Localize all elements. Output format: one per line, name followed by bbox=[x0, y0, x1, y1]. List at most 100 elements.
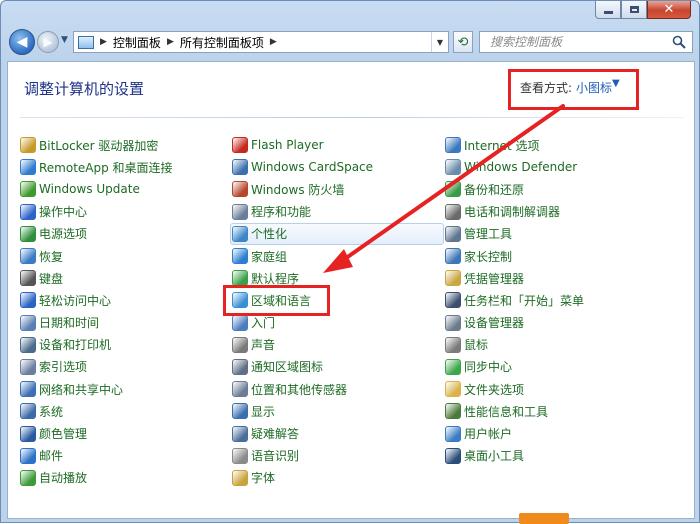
breadcrumb-control-panel[interactable]: 控制面板 bbox=[113, 34, 161, 51]
control-panel-item-label[interactable]: 日期和时间 bbox=[39, 314, 99, 331]
control-panel-item[interactable]: BitLocker 驱动器加密 bbox=[20, 134, 235, 156]
control-panel-item-label[interactable]: 鼠标 bbox=[464, 336, 488, 353]
control-panel-item-label[interactable]: 桌面小工具 bbox=[464, 447, 524, 464]
forward-button[interactable]: ▶ bbox=[37, 31, 59, 53]
control-panel-item-label[interactable]: 位置和其他传感器 bbox=[251, 381, 347, 398]
control-panel-item-label[interactable]: RemoteApp 和桌面连接 bbox=[39, 159, 173, 176]
back-button[interactable]: ◀ bbox=[9, 29, 35, 55]
control-panel-item-label[interactable]: Windows CardSpace bbox=[251, 160, 373, 174]
control-panel-item[interactable]: 语音识别 bbox=[232, 445, 447, 467]
control-panel-item-label[interactable]: 入门 bbox=[251, 314, 275, 331]
control-panel-item[interactable]: 键盘 bbox=[20, 267, 235, 289]
control-panel-item-label[interactable]: 颜色管理 bbox=[39, 425, 87, 442]
control-panel-item-label[interactable]: 电话和调制解调器 bbox=[464, 203, 560, 220]
control-panel-item-label[interactable]: 字体 bbox=[251, 469, 275, 486]
control-panel-item[interactable]: 颜色管理 bbox=[20, 422, 235, 444]
control-panel-item-label[interactable]: 设备管理器 bbox=[464, 314, 524, 331]
search-input[interactable] bbox=[488, 34, 672, 50]
control-panel-item[interactable]: 设备和打印机 bbox=[20, 334, 235, 356]
control-panel-item[interactable]: 文件夹选项 bbox=[445, 378, 660, 400]
control-panel-item[interactable]: 家庭组 bbox=[232, 245, 447, 267]
control-panel-item[interactable]: 通知区域图标 bbox=[232, 356, 447, 378]
control-panel-item-label[interactable]: 轻松访问中心 bbox=[39, 292, 111, 309]
control-panel-item[interactable]: 邮件 bbox=[20, 445, 235, 467]
recent-pages-dropdown-icon[interactable]: ▼ bbox=[61, 35, 68, 45]
control-panel-item-label[interactable]: 网络和共享中心 bbox=[39, 381, 123, 398]
control-panel-item[interactable]: Flash Player bbox=[232, 134, 447, 156]
control-panel-item-label[interactable]: Windows Update bbox=[39, 182, 140, 196]
search-icon[interactable] bbox=[672, 35, 686, 49]
control-panel-item[interactable]: 索引选项 bbox=[20, 356, 235, 378]
control-panel-item-label[interactable]: 键盘 bbox=[39, 270, 63, 287]
control-panel-item-label[interactable]: 声音 bbox=[251, 336, 275, 353]
control-panel-item-label[interactable]: 程序和功能 bbox=[251, 203, 311, 220]
maximize-button[interactable] bbox=[621, 1, 647, 19]
control-panel-item[interactable]: Internet 选项 bbox=[445, 134, 660, 156]
control-panel-item[interactable]: 鼠标 bbox=[445, 334, 660, 356]
control-panel-item[interactable]: 网络和共享中心 bbox=[20, 378, 235, 400]
close-button[interactable]: ✕ bbox=[647, 1, 691, 19]
control-panel-item-label[interactable]: 显示 bbox=[251, 403, 275, 420]
control-panel-item[interactable]: 电源选项 bbox=[20, 223, 235, 245]
control-panel-item[interactable]: 显示 bbox=[232, 400, 447, 422]
breadcrumb-separator-icon[interactable]: ▶ bbox=[270, 37, 277, 47]
control-panel-item[interactable]: Windows 防火墙 bbox=[232, 178, 447, 200]
minimize-button[interactable] bbox=[595, 1, 621, 19]
control-panel-item[interactable]: 任务栏和「开始」菜单 bbox=[445, 289, 660, 311]
control-panel-item-label[interactable]: 疑难解答 bbox=[251, 425, 299, 442]
control-panel-item[interactable]: Windows Update bbox=[20, 178, 235, 200]
control-panel-item[interactable]: 桌面小工具 bbox=[445, 445, 660, 467]
control-panel-item[interactable]: 轻松访问中心 bbox=[20, 289, 235, 311]
control-panel-item-label[interactable]: Windows Defender bbox=[464, 160, 577, 174]
control-panel-item-label[interactable]: 系统 bbox=[39, 403, 63, 420]
control-panel-item[interactable]: RemoteApp 和桌面连接 bbox=[20, 156, 235, 178]
control-panel-item[interactable]: 同步中心 bbox=[445, 356, 660, 378]
control-panel-item[interactable]: 疑难解答 bbox=[232, 422, 447, 444]
address-history-dropdown-icon[interactable]: ▼ bbox=[431, 32, 448, 52]
control-panel-item[interactable]: 声音 bbox=[232, 334, 447, 356]
control-panel-item-label[interactable]: 家庭组 bbox=[251, 248, 287, 265]
control-panel-item-label[interactable]: 凭据管理器 bbox=[464, 270, 524, 287]
view-by-chevron-down-icon[interactable]: ▼ bbox=[612, 78, 620, 89]
control-panel-item[interactable]: 性能信息和工具 bbox=[445, 400, 660, 422]
control-panel-item[interactable]: 凭据管理器 bbox=[445, 267, 660, 289]
control-panel-item-label[interactable]: 用户帐户 bbox=[464, 425, 512, 442]
control-panel-item[interactable]: Windows CardSpace bbox=[232, 156, 447, 178]
control-panel-item-label[interactable]: 语音识别 bbox=[251, 447, 299, 464]
control-panel-item[interactable]: 操作中心 bbox=[20, 201, 235, 223]
control-panel-item-label[interactable]: BitLocker 驱动器加密 bbox=[39, 137, 158, 154]
control-panel-item-label[interactable]: 同步中心 bbox=[464, 358, 512, 375]
refresh-button[interactable]: ⟲ bbox=[453, 31, 473, 53]
control-panel-item-label[interactable]: 操作中心 bbox=[39, 203, 87, 220]
control-panel-item-label[interactable]: 自动播放 bbox=[39, 469, 87, 486]
control-panel-item-label[interactable]: 通知区域图标 bbox=[251, 358, 323, 375]
control-panel-item[interactable]: 自动播放 bbox=[20, 467, 235, 489]
control-panel-item-label[interactable]: 任务栏和「开始」菜单 bbox=[464, 292, 584, 309]
breadcrumb-separator-icon[interactable]: ▶ bbox=[167, 37, 174, 47]
control-panel-item-label[interactable]: 性能信息和工具 bbox=[464, 403, 548, 420]
control-panel-item-label[interactable]: 家长控制 bbox=[464, 248, 512, 265]
control-panel-item-label[interactable]: 电源选项 bbox=[39, 225, 87, 242]
breadcrumb-all-items[interactable]: 所有控制面板项 bbox=[180, 34, 264, 51]
control-panel-item[interactable]: Windows Defender bbox=[445, 156, 660, 178]
control-panel-item[interactable]: 用户帐户 bbox=[445, 422, 660, 444]
control-panel-item[interactable]: 位置和其他传感器 bbox=[232, 378, 447, 400]
control-panel-item-label[interactable]: 备份和还原 bbox=[464, 181, 524, 198]
control-panel-item-label[interactable]: 设备和打印机 bbox=[39, 336, 111, 353]
control-panel-item[interactable]: 管理工具 bbox=[445, 223, 660, 245]
control-panel-item-label[interactable]: Internet 选项 bbox=[464, 137, 539, 154]
control-panel-item[interactable]: 个性化 bbox=[230, 222, 444, 245]
control-panel-item[interactable]: 字体 bbox=[232, 467, 447, 489]
control-panel-item[interactable]: 恢复 bbox=[20, 245, 235, 267]
address-bar[interactable]: ▶ 控制面板 ▶ 所有控制面板项 ▶ ▼ bbox=[73, 31, 449, 53]
control-panel-item[interactable]: 备份和还原 bbox=[445, 178, 660, 200]
control-panel-item-label[interactable]: 索引选项 bbox=[39, 358, 87, 375]
control-panel-item[interactable]: 系统 bbox=[20, 400, 235, 422]
control-panel-item-label[interactable]: 管理工具 bbox=[464, 225, 512, 242]
control-panel-item[interactable]: 设备管理器 bbox=[445, 312, 660, 334]
control-panel-item[interactable]: 电话和调制解调器 bbox=[445, 201, 660, 223]
control-panel-item-label[interactable]: 文件夹选项 bbox=[464, 381, 524, 398]
control-panel-item-label[interactable]: 恢复 bbox=[39, 248, 63, 265]
view-by-dropdown[interactable]: 小图标 bbox=[576, 79, 612, 96]
control-panel-item-label[interactable]: Windows 防火墙 bbox=[251, 181, 344, 198]
